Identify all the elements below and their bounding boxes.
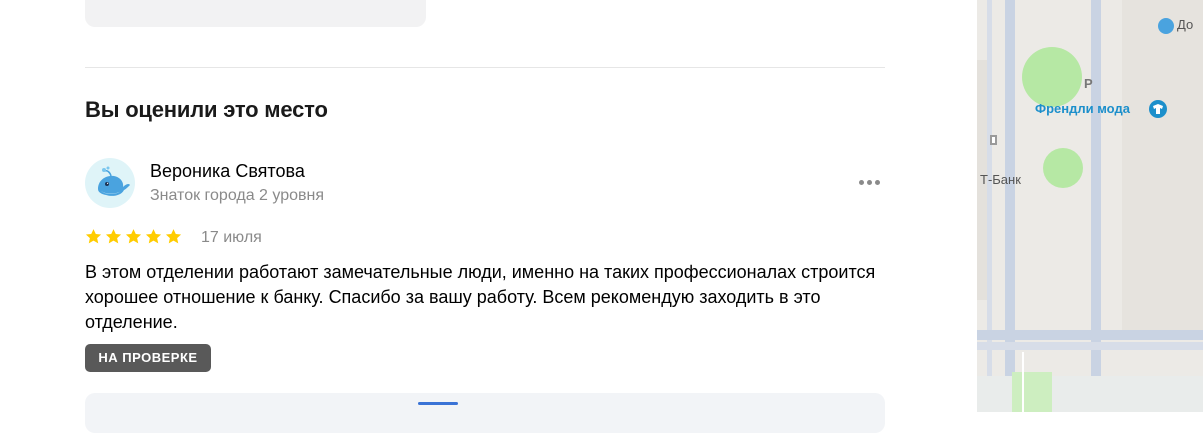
avatar[interactable] bbox=[85, 158, 135, 208]
map-label-partial-top[interactable]: До bbox=[1177, 17, 1193, 32]
more-options-button[interactable] bbox=[852, 172, 888, 192]
review-text: В этом отделении работают замечательные … bbox=[85, 262, 876, 332]
dot-icon bbox=[859, 180, 864, 185]
author-level: Знаток города 2 уровня bbox=[150, 187, 325, 204]
next-card[interactable] bbox=[85, 393, 885, 433]
author-name[interactable]: Вероника Святова bbox=[150, 161, 305, 182]
map-label-shop[interactable]: Френдли мода bbox=[1035, 101, 1130, 116]
map-label-partial: Р bbox=[1084, 76, 1093, 91]
map-panel[interactable]: Френдли мода Т-Банк Р До bbox=[977, 0, 1203, 412]
dot-icon bbox=[867, 180, 872, 185]
whale-avatar-icon bbox=[98, 166, 130, 196]
star-icon bbox=[125, 229, 142, 244]
status-badge: НА ПРОВЕРКЕ bbox=[85, 344, 211, 372]
star-icon bbox=[145, 229, 162, 244]
previous-card bbox=[85, 0, 426, 27]
dot-icon bbox=[875, 180, 880, 185]
next-card-peek bbox=[418, 402, 458, 405]
rating-stars bbox=[85, 228, 182, 248]
map-streets bbox=[977, 0, 1203, 412]
review-date: 17 июля bbox=[201, 229, 262, 246]
star-icon bbox=[165, 229, 182, 244]
star-icon bbox=[105, 229, 122, 244]
map-label-bank[interactable]: Т-Банк bbox=[980, 172, 1021, 187]
section-title: Вы оценили это место bbox=[85, 97, 328, 122]
star-icon bbox=[85, 229, 102, 244]
section-divider bbox=[85, 67, 885, 68]
